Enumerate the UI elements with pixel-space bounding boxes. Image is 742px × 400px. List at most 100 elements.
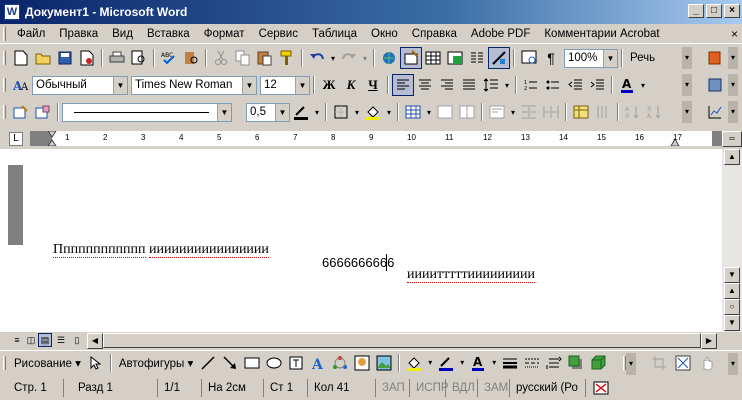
close-button[interactable]: × (724, 4, 740, 18)
toolbar-options-icon[interactable]: ▾ (682, 74, 692, 96)
cell-alignment-dropdown-icon[interactable]: ▾ (508, 101, 518, 123)
scroll-down-button[interactable]: ▼ (724, 267, 740, 283)
status-overtype[interactable]: ЗАМ (478, 379, 510, 397)
rectangle-icon[interactable] (241, 352, 263, 374)
autoshapes-menu-button[interactable]: Автофигуры ▾ (115, 356, 197, 370)
font-color-dropdown-icon[interactable]: ▾ (638, 74, 648, 96)
document-number-text[interactable]: 6666666666 (322, 255, 394, 270)
sort-descending-icon[interactable]: ЯА (644, 101, 666, 123)
line-color-dropdown-icon[interactable]: ▾ (457, 352, 467, 374)
status-extend[interactable]: ВДЛ (446, 379, 478, 397)
redo-icon[interactable] (338, 47, 360, 69)
oval-icon[interactable] (263, 352, 285, 374)
status-language[interactable]: русский (Ро (510, 379, 586, 397)
menu-grip[interactable] (3, 26, 6, 41)
paste-icon[interactable] (254, 47, 276, 69)
toolbar-options-icon[interactable]: ▾ (682, 47, 692, 69)
maximize-button[interactable]: □ (706, 4, 722, 18)
align-left-icon[interactable] (392, 74, 414, 96)
shadow-style-icon[interactable] (565, 352, 587, 374)
document-line-1[interactable]: Пппппппппппп ииииииииииииииии (53, 242, 269, 258)
3d-style-icon[interactable] (587, 352, 609, 374)
eraser-icon[interactable] (32, 101, 54, 123)
misspelled-word[interactable]: Пппппппппппп (53, 242, 146, 258)
web-view-icon[interactable]: ◫ (24, 333, 38, 347)
reading-view-icon[interactable]: ▯ (70, 333, 84, 347)
next-page-button[interactable]: ▼ (724, 315, 740, 331)
status-section[interactable]: Разд 1 (64, 379, 158, 397)
merge-cells-icon[interactable] (434, 101, 456, 123)
arrow-icon[interactable] (219, 352, 241, 374)
font-color-icon[interactable]: A (616, 74, 638, 96)
read-button[interactable]: Речь (626, 52, 659, 64)
cell-alignment-icon[interactable] (486, 101, 508, 123)
wordart-icon[interactable]: A (307, 352, 329, 374)
arrow-style-icon[interactable] (543, 352, 565, 374)
status-column[interactable]: Кол 41 (308, 379, 376, 397)
misspelled-word[interactable]: иииитттттиииииииии (407, 267, 535, 283)
underline-button[interactable]: Ч (362, 74, 384, 96)
font-color-icon[interactable]: A (467, 352, 489, 374)
menu-window[interactable]: Окно (364, 26, 405, 42)
styles-formatting-icon[interactable]: AA (10, 74, 32, 96)
document-map-icon[interactable] (518, 47, 540, 69)
toolbar-grip[interactable] (3, 105, 6, 119)
menu-edit[interactable]: Правка (52, 26, 105, 42)
clip-art-icon[interactable] (351, 352, 373, 374)
line-icon[interactable] (197, 352, 219, 374)
redo-dropdown-icon[interactable]: ▾ (360, 47, 370, 69)
menu-view[interactable]: Вид (105, 26, 140, 42)
shading-dropdown-icon[interactable]: ▾ (384, 101, 394, 123)
format-painter-icon[interactable] (276, 47, 298, 69)
chevron-down-icon[interactable]: ▼ (113, 76, 127, 94)
status-page-count[interactable]: 1/1 (158, 379, 202, 397)
toolbar-grip[interactable] (3, 355, 6, 370)
change-text-direction-icon[interactable] (592, 101, 614, 123)
horizontal-scrollbar[interactable]: ◀ ▶ (87, 333, 717, 349)
status-page[interactable]: Стр. 1 (0, 379, 64, 397)
print-icon[interactable] (106, 47, 128, 69)
menu-help[interactable]: Справка (405, 26, 464, 42)
scroll-right-button[interactable]: ▶ (701, 333, 717, 349)
align-center-icon[interactable] (414, 74, 436, 96)
permission-icon[interactable] (76, 47, 98, 69)
toolbar-options-icon[interactable]: ▾ (728, 74, 738, 96)
toolbar-options-icon[interactable]: ▾ (626, 353, 636, 375)
style-combo[interactable]: Обычный ▼ (32, 75, 128, 95)
scroll-left-button[interactable]: ◀ (87, 333, 103, 349)
select-objects-icon[interactable] (85, 352, 107, 374)
distribute-rows-icon[interactable] (518, 101, 540, 123)
first-line-indent-marker[interactable] (47, 131, 57, 146)
font-combo[interactable]: Times New Roman ▼ (131, 75, 257, 95)
status-position[interactable]: На 2см (202, 379, 264, 397)
menu-table[interactable]: Таблица (305, 26, 364, 42)
align-right-icon[interactable] (436, 74, 458, 96)
draw-menu-button[interactable]: Рисование ▾ (10, 356, 85, 370)
chevron-down-icon[interactable]: ▼ (242, 76, 256, 94)
toolbar-options-icon[interactable]: ▾ (728, 47, 738, 69)
fill-color-dropdown-icon[interactable]: ▾ (425, 352, 435, 374)
chart-icon[interactable] (704, 101, 726, 123)
menu-format[interactable]: Формат (197, 26, 252, 42)
tables-borders-icon[interactable] (400, 47, 422, 69)
undo-dropdown-icon[interactable]: ▾ (328, 47, 338, 69)
zoom-combo[interactable]: 100% ▼ (564, 48, 618, 68)
chevron-down-icon[interactable]: ▼ (217, 103, 231, 121)
hyperlink-icon[interactable] (378, 47, 400, 69)
line-color-icon[interactable] (435, 352, 457, 374)
status-record-macro[interactable]: ЗАП (376, 379, 410, 397)
normal-view-icon[interactable]: ≡ (10, 333, 24, 347)
save-icon[interactable] (54, 47, 76, 69)
chevron-down-icon[interactable]: ▼ (275, 103, 289, 121)
toolbar-options-icon[interactable]: ▾ (728, 101, 738, 123)
line-style-combo[interactable]: ▼ (62, 102, 232, 122)
print-layout-view-icon[interactable]: ▤ (38, 333, 52, 347)
numbering-icon[interactable]: 12 (520, 74, 542, 96)
misspelled-word[interactable]: ииииииииииииииии (149, 242, 269, 258)
text-box-icon[interactable] (285, 352, 307, 374)
show-hide-formatting-icon[interactable]: ¶ (540, 47, 562, 69)
menu-insert[interactable]: Вставка (140, 26, 197, 42)
title-bar[interactable]: W Документ1 - Microsoft Word _ □ × (0, 0, 742, 24)
shading-color-icon[interactable] (362, 101, 384, 123)
document-canvas[interactable]: Пппппппппппп ииииииииииииииии 6666666666… (0, 149, 722, 332)
